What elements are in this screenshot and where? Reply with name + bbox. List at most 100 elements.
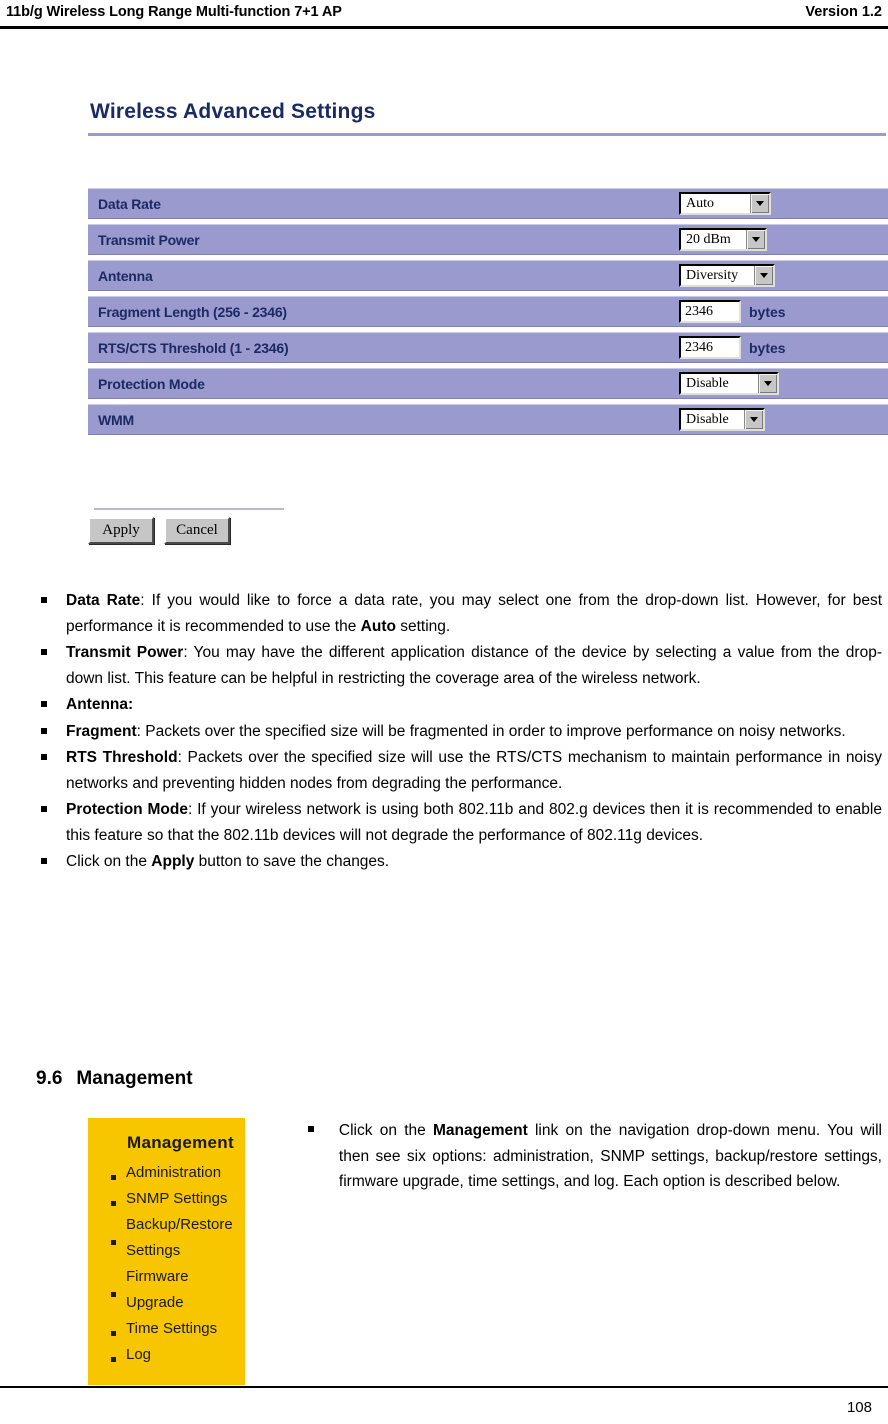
chevron-down-icon [744,410,763,429]
select-value: Disable [686,411,729,427]
form-button-bar: Apply Cancel [88,517,230,544]
settings-row: Antenna Diversity [88,260,888,291]
list-item: Transmit Power: You may have the differe… [36,640,882,691]
chevron-down-icon [746,230,765,249]
management-menu-screenshot: Management Administration SNMP Settings Ba… [88,1118,245,1385]
bullet-marker-icon [36,745,66,760]
select-transmit-power[interactable]: 20 dBm [679,228,767,251]
select-value: 20 dBm [686,231,731,247]
list-item: Data Rate: If you would like to force a … [36,588,882,639]
footer-divider [0,1386,888,1388]
settings-row-label: RTS/CTS Threshold (1 - 2346) [98,339,289,356]
management-menu-item[interactable]: Time Settings [99,1316,234,1342]
settings-row-control: Disable [673,372,888,395]
bullet-marker-icon [36,640,66,655]
section-title: Management [76,1068,193,1089]
input-rts-cts-threshold-1-2346[interactable]: 2346 [679,336,741,359]
management-menu-item-label: Backup/Restore Settings [126,1216,233,1259]
management-menu-item[interactable]: Administration [99,1160,234,1186]
list-item: RTS Threshold: Packets over the specifie… [36,745,882,796]
bullet-marker-icon [36,849,66,864]
unit-label: bytes [749,339,786,356]
settings-row-control: 2346 bytes [673,336,888,359]
bullet-square-icon [111,1200,116,1206]
settings-row-label: Protection Mode [98,375,205,392]
settings-row: Data Rate Auto [88,188,888,219]
panel-title-divider [88,133,886,136]
settings-row-label: Antenna [98,267,153,284]
select-value: Auto [686,195,714,211]
management-menu-item-label: Time Settings [126,1320,218,1337]
list-item-text: Antenna: [66,696,134,713]
management-menu-item[interactable]: Log [99,1342,234,1368]
management-menu-item[interactable]: SNMP Settings [99,1186,234,1212]
select-value: Disable [686,375,729,391]
bullet-marker-icon [36,719,66,734]
document-title: 11b/g Wireless Long Range Multi-function… [6,4,342,20]
management-menu-item[interactable]: Firmware Upgrade [99,1264,234,1316]
bullet-square-icon [111,1239,116,1245]
settings-row-control: Auto [673,192,888,215]
select-wmm[interactable]: Disable [679,408,765,431]
input-fragment-length-256-2346[interactable]: 2346 [679,300,741,323]
settings-row: WMM Disable [88,404,888,435]
settings-row: Transmit Power 20 dBm [88,224,888,255]
management-menu-item-label: Log [126,1346,152,1363]
list-item-text: RTS Threshold: Packets over the specifie… [66,749,882,792]
select-protection-mode[interactable]: Disable [679,372,779,395]
header-divider [0,26,888,29]
settings-description-list: Data Rate: If you would like to force a … [36,588,882,876]
settings-row-control: 2346 bytes [673,300,888,323]
management-menu-item-label: Administration [126,1164,222,1181]
chevron-down-icon [758,374,777,393]
management-note-text: Click on the Management link on the navi… [338,1122,882,1190]
unit-label: bytes [749,303,786,320]
bullet-marker-icon [303,1118,339,1132]
management-menu-title: Management [127,1133,234,1152]
section-number: 9.6 [36,1068,63,1089]
list-item: Protection Mode: If your wireless networ… [36,797,882,848]
settings-row-label: Fragment Length (256 - 2346) [98,303,287,320]
list-item: Click on the Apply button to save the ch… [36,849,882,875]
select-antenna[interactable]: Diversity [679,264,775,287]
select-value: Diversity [686,267,739,283]
management-menu-item[interactable]: Backup/Restore Settings [99,1212,234,1264]
list-item: Fragment: Packets over the specified siz… [36,719,882,745]
settings-row-control: 20 dBm [673,228,888,251]
settings-row: RTS/CTS Threshold (1 - 2346) 2346 bytes [88,332,888,363]
panel-title: Wireless Advanced Settings [90,100,376,123]
bullet-square-icon [111,1291,116,1297]
select-data-rate[interactable]: Auto [679,192,771,215]
bullet-marker-icon [36,797,66,812]
settings-row: Fragment Length (256 - 2346) 2346 bytes [88,296,888,327]
document-version: Version 1.2 [805,4,882,20]
settings-row-control: Diversity [673,264,888,287]
list-item-text: Fragment: Packets over the specified siz… [66,722,846,740]
apply-button[interactable]: Apply [88,517,154,544]
list-item-text: Data Rate: If you would like to force a … [66,592,883,635]
bullet-square-icon [111,1356,116,1362]
bullet-marker-icon [36,692,66,707]
page-number: 108 [846,1399,872,1416]
settings-row-label: WMM [98,411,134,428]
section-heading: 9.6 Management [36,1068,193,1090]
settings-row: Protection Mode Disable [88,368,888,399]
bullet-marker-icon [36,588,66,603]
list-item-text: Click on the Apply button to save the ch… [66,853,390,870]
settings-panel-header: Wireless Advanced Settings [88,100,888,136]
settings-row-label: Data Rate [98,195,161,212]
bullet-square-icon [111,1330,116,1336]
bullet-square-icon [111,1174,116,1180]
list-item: Antenna: [36,692,882,718]
list-item-text: Transmit Power: You may have the differe… [66,644,882,687]
cancel-button[interactable]: Cancel [164,517,230,544]
chevron-down-icon [754,266,773,285]
list-item-text: Protection Mode: If your wireless networ… [66,801,882,844]
settings-row-label: Transmit Power [98,231,200,248]
management-menu-item-label: SNMP Settings [126,1190,228,1207]
management-menu-item-label: Firmware Upgrade [126,1268,189,1311]
settings-row-control: Disable [673,408,888,431]
management-note: Click on the Management link on the navi… [303,1118,882,1195]
chevron-down-icon [750,194,769,213]
management-section: Management Administration SNMP Settings Ba… [36,1118,882,1385]
